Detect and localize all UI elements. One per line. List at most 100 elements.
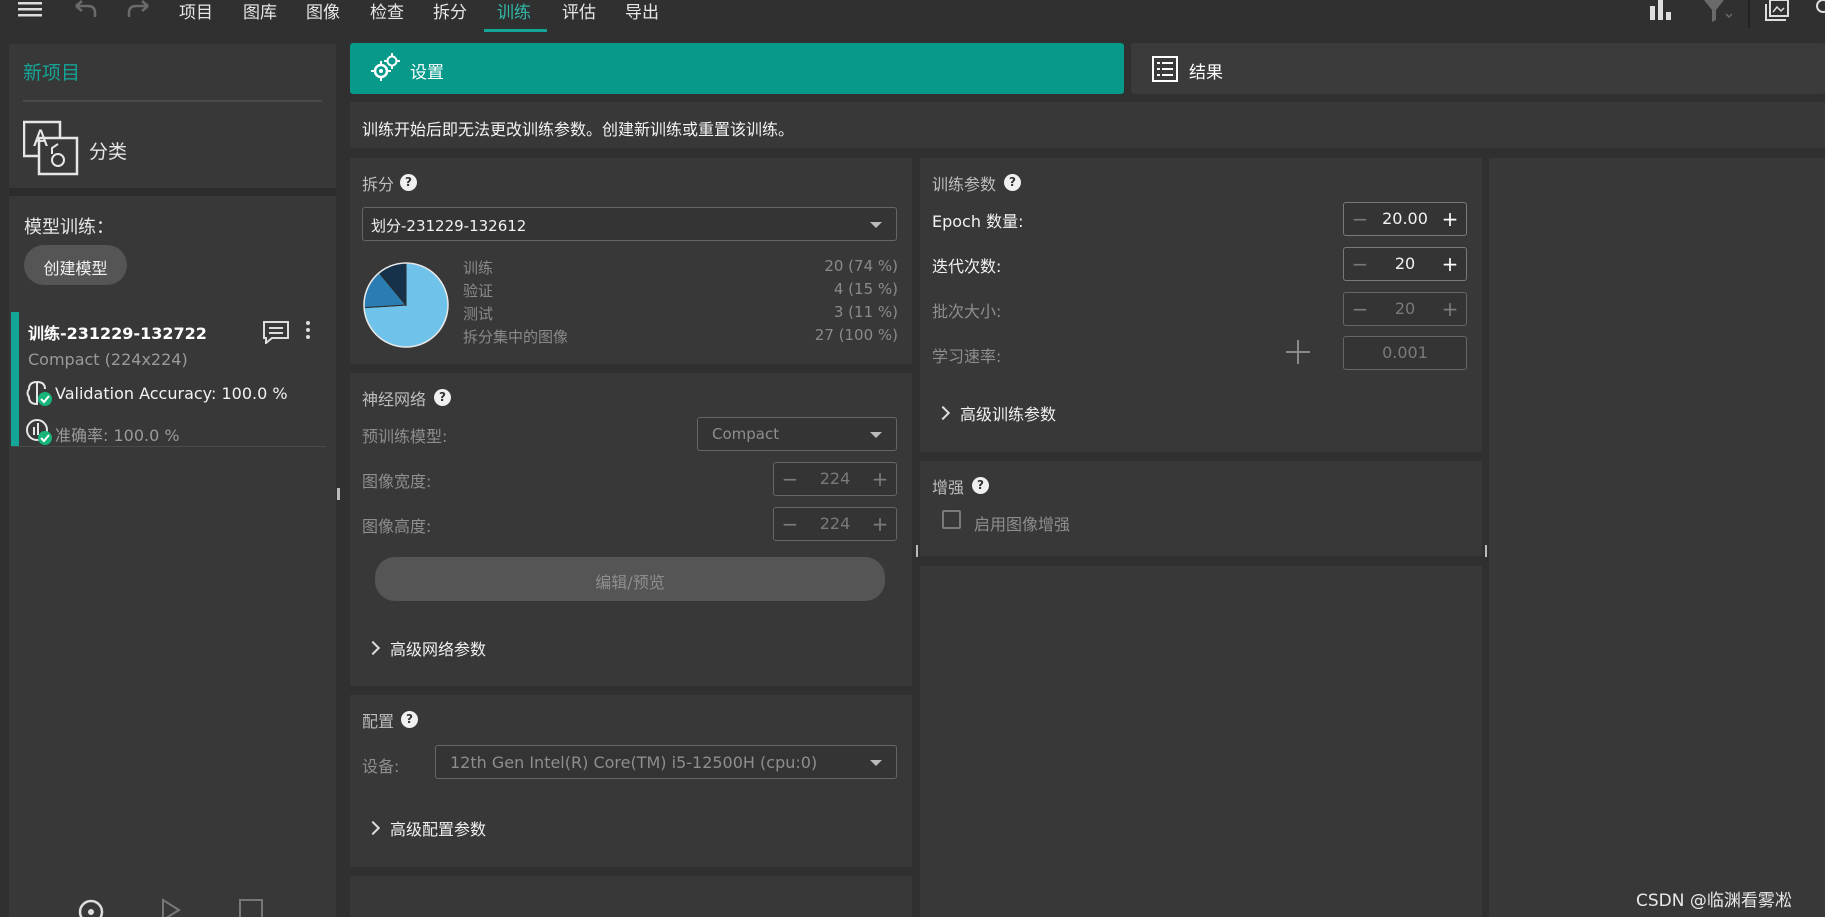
device-select[interactable]: 12th Gen Intel(R) Core(TM) i5-12500H (cp… xyxy=(435,745,897,779)
notice-bar: 训练开始后即无法更改训练参数。创建新训练或重置该训练。 xyxy=(350,102,1825,148)
augmentation-help-icon[interactable]: ? xyxy=(972,477,989,494)
device-value: 12th Gen Intel(R) Core(TM) i5-12500H (cp… xyxy=(450,753,818,772)
plus-icon[interactable]: + xyxy=(1438,206,1462,232)
pretrained-select[interactable]: Compact xyxy=(697,417,897,451)
iterations-stepper[interactable]: − 20 + xyxy=(1343,247,1467,281)
plus-icon[interactable]: + xyxy=(868,511,892,537)
menu-project[interactable]: 项目 xyxy=(179,0,213,23)
minus-icon[interactable]: − xyxy=(778,466,802,492)
tab-settings[interactable]: 设置 xyxy=(350,43,1124,94)
image-height-stepper[interactable]: − 224 + xyxy=(773,507,897,541)
create-model-label: 创建模型 xyxy=(43,259,108,278)
split-row-value: 27 (100 %) xyxy=(814,326,898,344)
minus-icon[interactable]: − xyxy=(1348,296,1372,322)
column-splitter-right[interactable] xyxy=(1485,545,1487,557)
image-height-label: 图像高度: xyxy=(362,517,432,536)
reset-icon[interactable] xyxy=(76,896,106,917)
more-options-icon[interactable] xyxy=(305,320,311,340)
train-params-title: 训练参数 xyxy=(932,175,997,194)
training-run-accent xyxy=(11,312,19,446)
svg-text:A: A xyxy=(33,127,48,152)
train-params-panel: 训练参数 ? Epoch 数量: − 20.00 + 迭代次数: − 20 + … xyxy=(920,158,1482,452)
gallery-view-icon[interactable] xyxy=(1764,0,1794,24)
learning-rate-value: 0.001 xyxy=(1382,343,1428,362)
active-menu-indicator xyxy=(484,29,547,32)
stop-icon[interactable] xyxy=(238,898,264,917)
plus-icon[interactable]: + xyxy=(1438,251,1462,277)
search-icon[interactable] xyxy=(1812,0,1825,18)
advanced-train-expander[interactable]: 高级训练参数 xyxy=(935,401,1056,425)
split-help-icon[interactable]: ? xyxy=(400,174,417,191)
comment-icon[interactable] xyxy=(262,320,290,344)
epochs-label: Epoch 数量: xyxy=(932,212,1024,231)
column-splitter-left[interactable] xyxy=(916,545,918,557)
split-select[interactable]: 划分-231229-132612 xyxy=(362,207,897,241)
batch-size-value: 20 xyxy=(1394,299,1416,318)
menu-evaluate[interactable]: 评估 xyxy=(562,0,596,23)
config-help-icon[interactable]: ? xyxy=(401,711,418,728)
minus-icon[interactable]: − xyxy=(778,511,802,537)
menu-image[interactable]: 图像 xyxy=(306,0,340,23)
split-row-validation: 验证 4 (15 %) xyxy=(463,280,898,301)
augmentation-panel: 增强 ? 启用图像增强 xyxy=(920,461,1482,556)
image-width-stepper[interactable]: − 224 + xyxy=(773,462,897,496)
augmentation-enable-label: 启用图像增强 xyxy=(974,515,1071,534)
model-training-label: 模型训练： xyxy=(24,217,114,238)
bar-chart-icon[interactable] xyxy=(1648,0,1674,22)
split-row-label: 验证 xyxy=(463,282,494,300)
chevron-down-icon xyxy=(870,432,882,438)
training-run-item[interactable]: 训练-231229-132722 Compact (224x224) Valid… xyxy=(19,312,336,446)
filter-icon[interactable] xyxy=(1702,0,1732,24)
plus-icon[interactable]: + xyxy=(868,466,892,492)
advanced-network-expander[interactable]: 高级网络参数 xyxy=(365,636,486,660)
image-height-value: 224 xyxy=(819,514,851,533)
watermark-text: CSDN @临渊看雾凇 xyxy=(1636,891,1792,911)
minus-icon[interactable]: − xyxy=(1348,251,1372,277)
menu-library[interactable]: 图库 xyxy=(243,0,277,23)
empty-panel-middle xyxy=(920,566,1482,917)
project-title[interactable]: 新项目 xyxy=(23,58,80,85)
edit-preview-label: 编辑/预览 xyxy=(595,573,665,592)
chevron-right-icon xyxy=(935,405,951,421)
learning-rate-field[interactable]: 0.001 xyxy=(1343,336,1467,370)
gears-icon xyxy=(370,53,400,83)
undo-icon[interactable] xyxy=(72,0,98,18)
menu-inspect[interactable]: 检查 xyxy=(370,0,404,23)
top-menu-bar: 项目 图库 图像 检查 拆分 训练 评估 导出 xyxy=(0,0,1825,32)
redo-icon[interactable] xyxy=(126,0,152,18)
batch-size-stepper[interactable]: − 20 + xyxy=(1343,292,1467,326)
iterations-value[interactable]: 20 xyxy=(1374,254,1436,273)
iterations-label: 迭代次数: xyxy=(932,257,1002,276)
tab-results[interactable]: 结果 xyxy=(1131,43,1825,94)
epochs-stepper[interactable]: − 20.00 + xyxy=(1343,202,1467,236)
classification-icon: A xyxy=(23,120,81,176)
menu-export[interactable]: 导出 xyxy=(625,0,659,23)
image-width-value: 224 xyxy=(819,469,851,488)
epochs-value[interactable]: 20.00 xyxy=(1374,209,1436,228)
augmentation-checkbox[interactable] xyxy=(942,510,961,529)
edit-preview-button[interactable]: 编辑/预览 xyxy=(375,557,885,601)
add-schedule-icon[interactable] xyxy=(1284,338,1312,366)
plus-icon[interactable]: + xyxy=(1438,296,1462,322)
advanced-config-label: 高级配置参数 xyxy=(390,820,487,839)
sidebar-splitter[interactable] xyxy=(337,488,340,500)
create-model-button[interactable]: 创建模型 xyxy=(24,245,127,285)
minus-icon[interactable]: − xyxy=(1348,206,1372,232)
sidebar-gap xyxy=(9,188,336,196)
play-icon[interactable] xyxy=(160,898,182,917)
accuracy-value: 准确率: 100.0 % xyxy=(55,426,180,445)
hamburger-menu-icon[interactable] xyxy=(18,0,44,18)
menu-train[interactable]: 训练 xyxy=(497,0,531,23)
network-panel: 神经网络 ? 预训练模型: Compact 图像宽度: − 224 + 图像高度… xyxy=(350,373,912,686)
advanced-config-expander[interactable]: 高级配置参数 xyxy=(365,816,487,840)
chart-check-icon xyxy=(25,417,53,445)
network-help-icon[interactable]: ? xyxy=(434,389,451,406)
chevron-down-icon xyxy=(870,222,882,228)
pretrained-label: 预训练模型: xyxy=(362,427,448,446)
split-row-test: 测试 3 (11 %) xyxy=(463,303,898,324)
menu-split[interactable]: 拆分 xyxy=(433,0,467,23)
toolbar-divider xyxy=(1748,0,1750,28)
empty-panel-bottom xyxy=(350,876,912,917)
tab-settings-label: 设置 xyxy=(410,63,444,83)
train-params-help-icon[interactable]: ? xyxy=(1004,174,1021,191)
